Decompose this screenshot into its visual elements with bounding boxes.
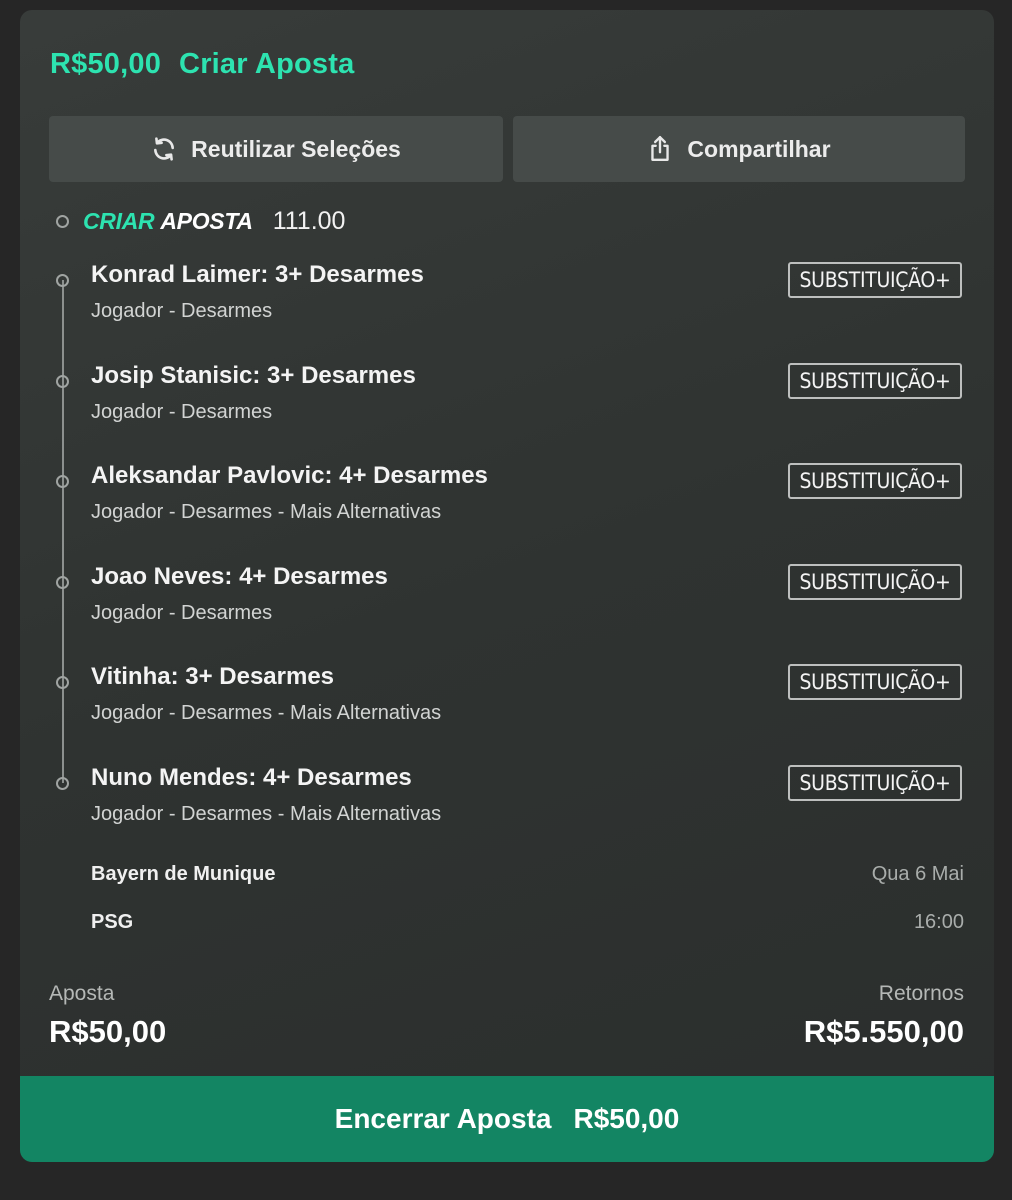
header-label: Criar Aposta (179, 48, 355, 80)
timeline-dot (56, 214, 69, 228)
substitution-button[interactable]: SUBSTITUIÇÃO+ (788, 564, 962, 600)
returns-value: R$5.550,00 (803, 1014, 964, 1049)
refresh-icon (154, 137, 175, 161)
selection-title: Joao Neves: 4+ Desarmes (91, 563, 388, 590)
selection-title: Vitinha: 3+ Desarmes (91, 663, 335, 690)
timeline-dot (56, 676, 69, 689)
cash-out-label: Encerrar Aposta (334, 1103, 552, 1134)
bet-builder-logo-part1: CRIAR (83, 207, 155, 234)
reuse-selections-button[interactable]: Reutilizar Seleções (49, 116, 503, 182)
selection-market: Jogador - Desarmes (91, 401, 273, 423)
cash-out-amount: R$50,00 (573, 1103, 680, 1134)
bet-builder-logo-part2: APOSTA (160, 207, 253, 234)
bet-builder-logo: CRIAR APOSTA (83, 208, 253, 235)
bet-slip-card: R$50,00 Criar Aposta Reutilizar Seleções … (20, 10, 994, 1162)
share-button[interactable]: Compartilhar (513, 116, 965, 182)
selection-market: Jogador - Desarmes - Mais Alternativas (91, 702, 442, 724)
stake-value: R$50,00 (49, 1014, 167, 1049)
selection-title: Konrad Laimer: 3+ Desarmes (91, 261, 424, 288)
share-icon (651, 135, 670, 161)
selection-item: Konrad Laimer: 3+ Desarmes Jogador - Des… (20, 261, 994, 374)
share-label: Compartilhar (687, 135, 831, 162)
substitution-button[interactable]: SUBSTITUIÇÃO+ (788, 664, 962, 700)
total-odds: 111.00 (272, 206, 346, 235)
reuse-selections-label: Reutilizar Seleções (191, 135, 401, 162)
cash-out-button[interactable]: Encerrar Aposta R$50,00 (20, 1076, 994, 1162)
substitution-button[interactable]: SUBSTITUIÇÃO+ (788, 363, 962, 399)
selection-market: Jogador - Desarmes (91, 602, 273, 624)
selection-title: Aleksandar Pavlovic: 4+ Desarmes (91, 462, 488, 489)
substitution-button[interactable]: SUBSTITUIÇÃO+ (788, 262, 962, 298)
selection-item: Joao Neves: 4+ Desarmes Jogador - Desarm… (20, 563, 994, 676)
selection-item: Nuno Mendes: 4+ Desarmes Jogador - Desar… (20, 764, 994, 877)
away-team: PSG (91, 911, 134, 933)
substitution-button[interactable]: SUBSTITUIÇÃO+ (788, 463, 962, 499)
stake-label: Aposta (49, 982, 115, 1005)
substitution-button[interactable]: SUBSTITUIÇÃO+ (788, 765, 962, 801)
selection-market: Jogador - Desarmes (91, 300, 273, 322)
header-title: R$50,00 Criar Aposta (50, 48, 354, 81)
match-time: 16:00 (913, 911, 964, 933)
match-date: Qua 6 Mai (871, 863, 964, 885)
timeline-dot (56, 777, 69, 790)
timeline-dot (56, 475, 69, 488)
selection-title: Nuno Mendes: 4+ Desarmes (91, 764, 412, 791)
header-amount: R$50,00 (50, 48, 162, 80)
home-team: Bayern de Munique (91, 863, 276, 885)
selection-item: Josip Stanisic: 3+ Desarmes Jogador - De… (20, 362, 994, 475)
selection-item: Vitinha: 3+ Desarmes Jogador - Desarmes … (20, 663, 994, 776)
selection-market: Jogador - Desarmes - Mais Alternativas (91, 501, 442, 523)
selection-market: Jogador - Desarmes - Mais Alternativas (91, 803, 442, 825)
timeline-dot (56, 576, 69, 589)
selection-title: Josip Stanisic: 3+ Desarmes (91, 362, 416, 389)
timeline-dot (56, 274, 69, 287)
selection-item: Aleksandar Pavlovic: 4+ Desarmes Jogador… (20, 462, 994, 575)
bet-builder-header: CRIAR APOSTA 111.00 (56, 206, 345, 236)
returns-label: Retornos (878, 982, 964, 1005)
timeline-dot (56, 375, 69, 388)
